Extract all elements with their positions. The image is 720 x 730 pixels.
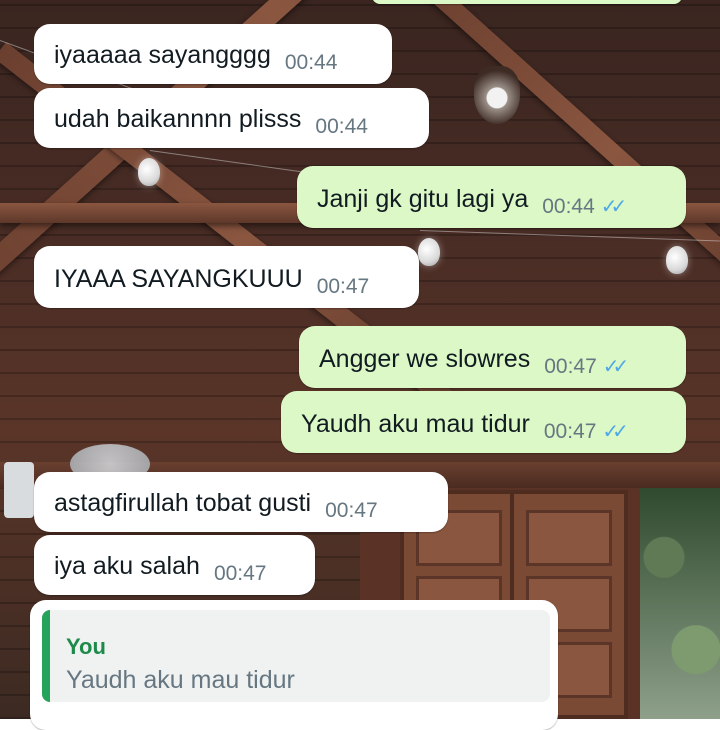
message-bubble-incoming[interactable]: udah baikannnn plisss 00:44 xyxy=(34,88,429,148)
message-time: 00:44 xyxy=(542,195,595,218)
message-time: 00:47 xyxy=(316,275,370,298)
message-time: 00:44 xyxy=(284,51,338,74)
message-bubble-incoming[interactable]: astagfirullah tobat gusti 00:47 xyxy=(34,472,448,532)
message-bubble-incoming[interactable]: IYAAA SAYANGKUUU 00:47 xyxy=(34,246,419,308)
message-text: udah baikannnn plisss xyxy=(54,105,302,133)
message-time: 00:47 xyxy=(543,420,597,443)
quoted-author: You xyxy=(66,634,106,659)
message-text: Janji gk gitu lagi ya xyxy=(317,185,529,213)
message-time: 00:47 xyxy=(213,562,267,585)
message-time: 00:47 xyxy=(544,355,597,378)
message-time: 00:47 xyxy=(325,499,378,522)
message-text: IYAAA SAYANGKUUU xyxy=(54,265,303,293)
reply-message-bubble[interactable]: You Yaudh aku mau tidur xyxy=(30,600,558,730)
message-text: Yaudh aku mau tidur xyxy=(301,410,530,438)
message-bubble-incoming[interactable]: iyaaaaa sayangggg 00:44 xyxy=(34,24,392,84)
message-bubble-outgoing[interactable]: Yaudh aku mau tidur 00:47 ✓✓ xyxy=(281,391,686,453)
message-bubble-outgoing[interactable]: Angger we slowres 00:47 ✓✓ xyxy=(299,326,686,388)
quoted-text: Yaudh aku mau tidur xyxy=(66,666,295,694)
message-bubble-incoming[interactable]: iya aku salah 00:47 xyxy=(34,535,315,595)
message-text: iyaaaaa sayangggg xyxy=(54,41,271,69)
double-check-icon: ✓✓ xyxy=(602,356,629,378)
message-text: Angger we slowres xyxy=(319,345,531,373)
message-text: astagfirullah tobat gusti xyxy=(54,489,312,517)
chat-area[interactable]: iyaaaaa sayangggg 00:44 udah baikannnn p… xyxy=(0,0,720,730)
double-check-icon: ✓✓ xyxy=(600,196,627,218)
quoted-message[interactable]: You Yaudh aku mau tidur xyxy=(42,610,550,702)
quote-accent-bar xyxy=(42,610,50,702)
double-check-icon: ✓✓ xyxy=(602,421,628,443)
message-text: iya aku salah xyxy=(54,552,200,580)
message-bubble-outgoing[interactable]: Janji gk gitu lagi ya 00:44 ✓✓ xyxy=(297,166,686,228)
message-time: 00:44 xyxy=(315,115,368,138)
previous-message-bubble[interactable] xyxy=(372,0,682,4)
